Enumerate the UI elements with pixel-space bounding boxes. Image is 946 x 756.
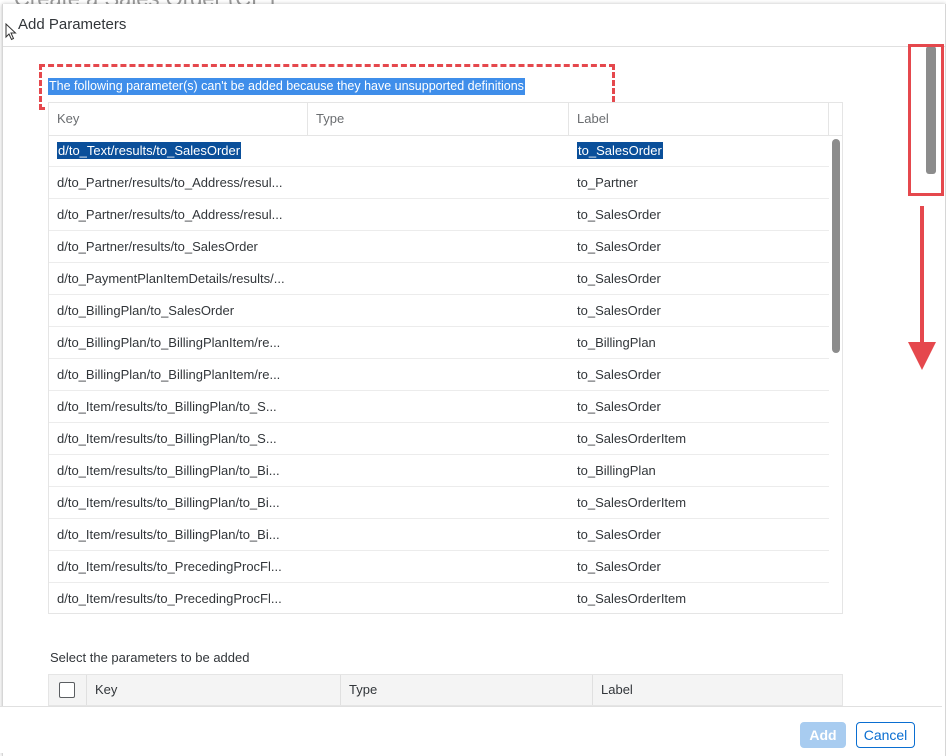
cell-key-text: d/to_PaymentPlanItemDetails/results/... bbox=[57, 271, 285, 286]
cell-key: d/to_Partner/results/to_Address/resul... bbox=[57, 199, 282, 230]
table-row[interactable]: d/to_Partner/results/to_Address/resul...… bbox=[49, 199, 829, 231]
dialog-footer: Add Cancel bbox=[0, 706, 942, 753]
cell-key: d/to_Item/results/to_BillingPlan/to_S... bbox=[57, 423, 277, 454]
cell-label-text: to_SalesOrder bbox=[577, 303, 661, 318]
cell-label-text: to_BillingPlan bbox=[577, 463, 656, 478]
select-column-header-label[interactable]: Label bbox=[592, 675, 842, 705]
select-column-header-key[interactable]: Key bbox=[86, 675, 340, 705]
cell-label-text: to_SalesOrder bbox=[577, 559, 661, 574]
cell-label-text: to_SalesOrder bbox=[577, 527, 661, 542]
table-row[interactable]: d/to_Item/results/to_BillingPlan/to_Bi..… bbox=[49, 455, 829, 487]
cell-label-text: to_BillingPlan bbox=[577, 335, 656, 350]
cell-label: to_SalesOrderItem bbox=[577, 487, 686, 518]
cell-key-text: d/to_BillingPlan/to_BillingPlanItem/re..… bbox=[57, 367, 281, 382]
cell-key: d/to_Item/results/to_BillingPlan/to_Bi..… bbox=[57, 455, 280, 486]
cell-key-text: d/to_Partner/results/to_Address/resul... bbox=[57, 207, 283, 222]
table-row[interactable]: d/to_BillingPlan/to_BillingPlanItem/re..… bbox=[49, 327, 829, 359]
cell-key: d/to_Item/results/to_PrecedingProcFl... bbox=[57, 583, 282, 613]
cell-key-text: d/to_Item/results/to_BillingPlan/to_Bi..… bbox=[57, 495, 280, 510]
table-row[interactable]: d/to_Item/results/to_PrecedingProcFl... t… bbox=[49, 551, 829, 583]
table-row[interactable]: d/to_Item/results/to_BillingPlan/to_S...… bbox=[49, 423, 829, 455]
cell-label-text: to_SalesOrderItem bbox=[577, 591, 687, 606]
cell-key: d/to_Item/results/to_PrecedingProcFl... bbox=[57, 551, 282, 582]
cell-key: d/to_Partner/results/to_SalesOrder bbox=[57, 231, 258, 262]
dialog-header: Add Parameters bbox=[3, 4, 945, 47]
cell-key-text: d/to_BillingPlan/to_BillingPlanItem/re..… bbox=[57, 335, 281, 350]
scroll-down-arrow-icon bbox=[908, 206, 936, 370]
unsupported-warning-text: The following parameter(s) can't be adde… bbox=[48, 78, 525, 95]
table-row[interactable]: d/to_Partner/results/to_Address/resul...… bbox=[49, 167, 829, 199]
cell-label-text: to_SalesOrderItem bbox=[577, 431, 687, 446]
cell-key-text: d/to_Item/results/to_BillingPlan/to_S... bbox=[57, 399, 277, 414]
cell-key-text: d/to_Item/results/to_BillingPlan/to_Bi..… bbox=[57, 527, 280, 542]
selectable-parameters-table: Key Type Label bbox=[48, 674, 843, 706]
select-parameters-label: Select the parameters to be added bbox=[50, 650, 250, 665]
cell-key-text: d/to_Item/results/to_BillingPlan/to_S... bbox=[57, 431, 277, 446]
cell-label-text: to_SalesOrder bbox=[577, 271, 661, 286]
table-row[interactable]: d/to_BillingPlan/to_SalesOrder to_SalesOr… bbox=[49, 295, 829, 327]
cell-key-text: d/to_Item/results/to_PrecedingProcFl... bbox=[57, 559, 282, 574]
cell-label: to_SalesOrder bbox=[577, 519, 661, 550]
cell-label: to_SalesOrder bbox=[577, 551, 661, 582]
cell-label-text: to_SalesOrder bbox=[577, 367, 661, 382]
cell-key-text: d/to_Partner/results/to_SalesOrder bbox=[57, 239, 258, 254]
cell-key: d/to_BillingPlan/to_SalesOrder bbox=[57, 295, 234, 326]
table-body: d/to_Text/results/to_SalesOrder to_SalesO… bbox=[49, 135, 829, 613]
table-scrollbar-thumb[interactable] bbox=[832, 139, 840, 353]
cell-key: d/to_Item/results/to_BillingPlan/to_Bi..… bbox=[57, 519, 280, 550]
cell-key-text: d/to_Partner/results/to_Address/resul... bbox=[57, 175, 283, 190]
cell-label-text: to_SalesOrder bbox=[577, 207, 661, 222]
cell-key: d/to_BillingPlan/to_BillingPlanItem/re..… bbox=[57, 327, 280, 358]
cell-label-text: to_SalesOrder bbox=[577, 142, 663, 159]
cell-label: to_SalesOrder bbox=[577, 135, 663, 166]
cell-label: to_SalesOrder bbox=[577, 199, 661, 230]
cell-key-text: d/to_Item/results/to_PrecedingProcFl... bbox=[57, 591, 282, 606]
cell-key: d/to_Item/results/to_BillingPlan/to_Bi..… bbox=[57, 487, 280, 518]
cell-label-text: to_SalesOrder bbox=[577, 399, 661, 414]
cell-key: d/to_Item/results/to_BillingPlan/to_S... bbox=[57, 391, 277, 422]
cell-key: d/to_Partner/results/to_Address/resul... bbox=[57, 167, 282, 198]
cell-label-text: to_SalesOrder bbox=[577, 239, 661, 254]
cell-label: to_SalesOrder bbox=[577, 295, 661, 326]
cell-label-text: to_Partner bbox=[577, 175, 638, 190]
table-row[interactable]: d/to_Text/results/to_SalesOrder to_SalesO… bbox=[49, 135, 829, 167]
cell-label: to_SalesOrder bbox=[577, 391, 661, 422]
cell-label: to_SalesOrder bbox=[577, 359, 661, 390]
cell-label: to_BillingPlan bbox=[577, 327, 656, 358]
table-row[interactable]: d/to_Item/results/to_BillingPlan/to_Bi..… bbox=[49, 487, 829, 519]
table-row[interactable]: d/to_Partner/results/to_SalesOrder to_Sal… bbox=[49, 231, 829, 263]
dialog-title: Add Parameters bbox=[18, 16, 127, 33]
cancel-button[interactable]: Cancel bbox=[856, 722, 915, 748]
cell-label: to_Partner bbox=[577, 167, 638, 198]
cell-key: d/to_PaymentPlanItemDetails/results/... bbox=[57, 263, 285, 294]
column-header-type[interactable]: Type bbox=[308, 103, 569, 135]
scrollbar-annotation-box bbox=[908, 44, 944, 196]
cell-key: d/to_BillingPlan/to_BillingPlanItem/re..… bbox=[57, 359, 280, 390]
cell-label: to_SalesOrderItem bbox=[577, 583, 687, 613]
column-header-key[interactable]: Key bbox=[49, 103, 308, 135]
select-column-header-type[interactable]: Type bbox=[340, 675, 592, 705]
table-row[interactable]: d/to_Item/results/to_BillingPlan/to_S...… bbox=[49, 391, 829, 423]
cell-key-text: d/to_Item/results/to_BillingPlan/to_Bi..… bbox=[57, 463, 280, 478]
table-row[interactable]: d/to_BillingPlan/to_BillingPlanItem/re..… bbox=[49, 359, 829, 391]
cell-label: to_SalesOrder bbox=[577, 231, 661, 262]
cell-label: to_SalesOrder bbox=[577, 263, 661, 294]
unsupported-parameters-table: Key Type Label d/to_Text/results/to_Sale… bbox=[48, 102, 843, 614]
cell-key: d/to_Text/results/to_SalesOrder bbox=[57, 135, 242, 166]
add-button[interactable]: Add bbox=[800, 722, 846, 748]
cell-label-text: to_SalesOrderItem bbox=[577, 495, 687, 510]
table-row[interactable]: d/to_Item/results/to_PrecedingProcFl... t… bbox=[49, 583, 829, 613]
table-header: Key Type Label bbox=[49, 103, 842, 136]
cell-label: to_BillingPlan bbox=[577, 455, 656, 486]
mouse-cursor-icon bbox=[5, 23, 17, 41]
column-header-label[interactable]: Label bbox=[569, 103, 829, 135]
table-row[interactable]: d/to_PaymentPlanItemDetails/results/... t… bbox=[49, 263, 829, 295]
cell-label: to_SalesOrderItem bbox=[577, 423, 686, 454]
cell-key-text: d/to_BillingPlan/to_SalesOrder bbox=[57, 303, 235, 318]
cell-key-text: d/to_Text/results/to_SalesOrder bbox=[57, 142, 242, 159]
table-row[interactable]: d/to_Item/results/to_BillingPlan/to_Bi..… bbox=[49, 519, 829, 551]
select-all-checkbox[interactable] bbox=[59, 682, 75, 698]
